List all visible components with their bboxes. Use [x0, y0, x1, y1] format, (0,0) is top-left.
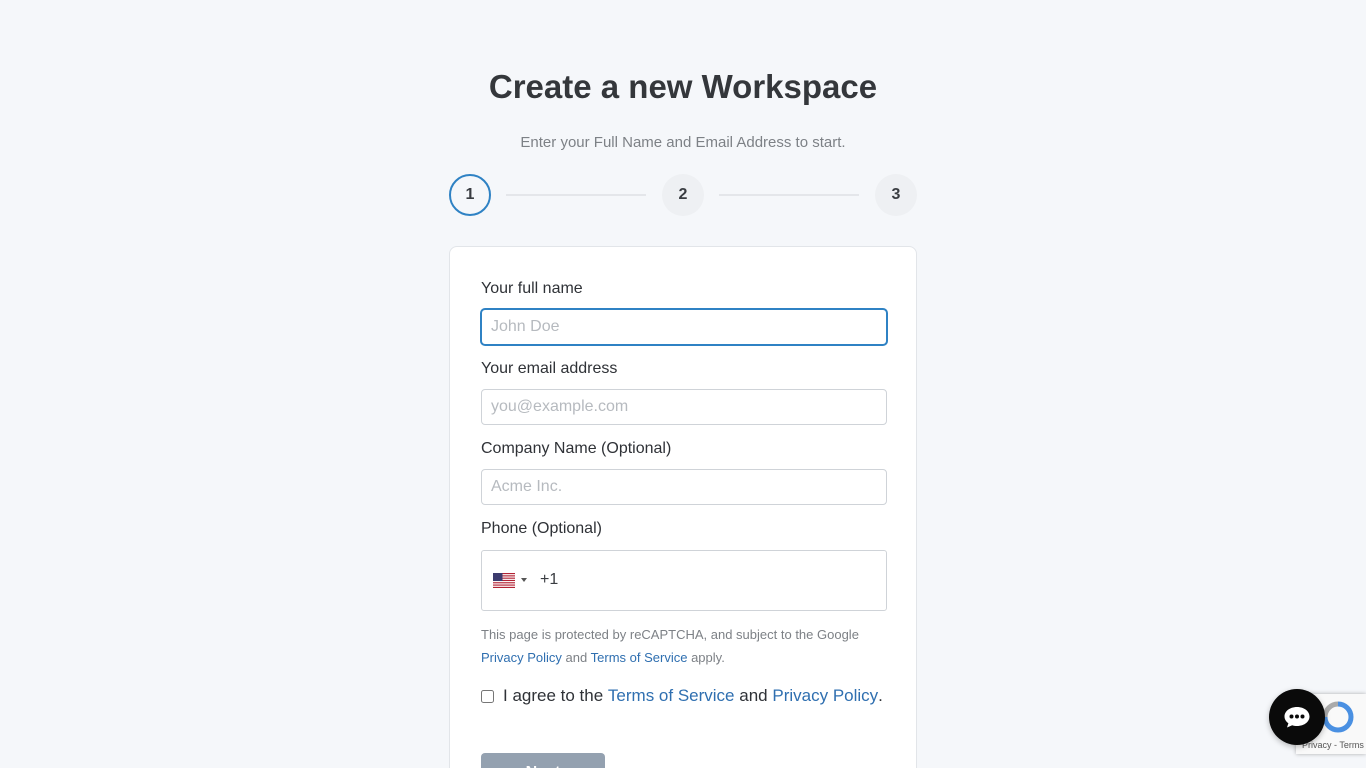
email-label: Your email address [481, 360, 618, 377]
page-title: Create a new Workspace [488, 68, 878, 105]
chat-button[interactable] [1269, 689, 1325, 745]
privacy-policy-link[interactable]: Privacy Policy [481, 650, 562, 665]
dial-code[interactable]: +1 [540, 571, 558, 589]
page-subtitle: Enter your Full Name and Email Address t… [520, 134, 846, 151]
full-name-label: Your full name [481, 280, 583, 297]
email-input[interactable] [481, 389, 887, 425]
next-button[interactable]: Next [481, 753, 605, 768]
step-3: 3 [875, 174, 917, 216]
chat-bubble-icon [1284, 707, 1310, 728]
agree-checkbox[interactable] [481, 689, 494, 703]
recaptcha-notice-text: This page is protected by reCAPTCHA, and… [481, 627, 859, 642]
terms-of-service-link[interactable]: Terms of Service [591, 650, 688, 665]
company-label: Company Name (Optional) [481, 440, 672, 457]
phone-label: Phone (Optional) [481, 520, 602, 537]
agreement-text: I agree to the [503, 686, 604, 705]
phone-input[interactable]: +1 [481, 550, 887, 611]
recaptcha-notice-and: and [565, 650, 588, 665]
recaptcha-notice-suffix: apply. [691, 650, 725, 665]
agreement-privacy-link[interactable]: Privacy Policy [772, 686, 878, 706]
full-name-input[interactable] [481, 309, 887, 345]
step-1: 1 [449, 174, 491, 216]
step-connector [506, 194, 646, 196]
agreement-suffix: . [878, 686, 883, 705]
agreement-and: and [739, 686, 768, 705]
us-flag-icon[interactable] [493, 573, 515, 588]
step-connector [719, 194, 859, 196]
chevron-down-icon[interactable] [521, 578, 527, 582]
stepper: 1 2 3 [449, 174, 917, 216]
recaptcha-notice: This page is protected by reCAPTCHA, and… [481, 623, 891, 669]
agreement-row: I agree to the Terms of Service and Priv… [481, 686, 883, 706]
step-2: 2 [662, 174, 704, 216]
company-input[interactable] [481, 469, 887, 505]
signup-card: Your full name Your email address Compan… [449, 246, 917, 768]
recaptcha-terms[interactable]: Privacy - Terms [1302, 740, 1364, 750]
agreement-terms-link[interactable]: Terms of Service [608, 686, 735, 706]
